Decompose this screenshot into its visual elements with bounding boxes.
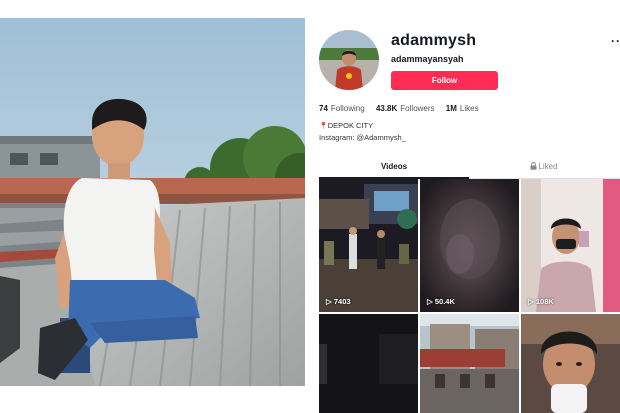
stat-value: 1M (445, 104, 457, 113)
stat-label: Following (330, 104, 365, 113)
follow-button[interactable]: Follow (391, 71, 498, 90)
video-view-count: ▷ 7403 (326, 297, 351, 306)
video-view-count: ▷ 108K (528, 297, 554, 306)
play-icon: ▷ (528, 297, 536, 306)
bio-instagram: Instagram: @Adammysh_ (319, 133, 406, 142)
video-thumbnail[interactable]: ▷ 50.4K (420, 179, 519, 312)
video-thumbnail[interactable] (420, 314, 519, 413)
profile-username: adammysh (391, 32, 477, 49)
video-thumbnail[interactable]: ▷ 7403 (319, 179, 418, 312)
profile-stats: 74 Following 43.8K Followers 1M Likes (319, 104, 488, 113)
tab-videos[interactable]: Videos (319, 156, 469, 179)
profile-display-name: adammayansyah (391, 54, 464, 64)
video-grid: ▷ 7403 ▷ 50.4K ▷ 108K (319, 179, 620, 413)
stat-followers[interactable]: 43.8K Followers (376, 104, 435, 113)
play-icon: ▷ (326, 297, 334, 306)
video-thumbnail[interactable] (319, 314, 418, 413)
tab-videos-label: Videos (380, 162, 408, 171)
tab-liked[interactable]: Liked (469, 156, 619, 178)
bio-location: 📍DEPOK CITY (319, 121, 373, 130)
view-count-text: 50.4K (434, 297, 455, 306)
stat-label: Followers (400, 104, 435, 113)
view-count-text: 7403 (333, 297, 351, 306)
view-count-text: 108K (535, 297, 554, 306)
video-view-count: ▷ 50.4K (427, 297, 455, 306)
stat-likes: 1M Likes (446, 104, 479, 113)
stat-label: Likes (459, 104, 479, 113)
lock-icon (530, 162, 537, 170)
profile-tabs: Videos Liked (319, 156, 620, 179)
profile-photo (0, 18, 305, 386)
profile-panel: adammysh adammayansyah Follow ··· 74Foll… (305, 0, 620, 413)
avatar[interactable] (319, 30, 379, 90)
stat-following[interactable]: 74 Following (319, 104, 365, 113)
play-icon: ▷ (427, 297, 435, 306)
more-options-icon[interactable]: ··· (611, 34, 620, 48)
tab-liked-label: Liked (538, 162, 558, 171)
stat-value: 43.8K (375, 104, 398, 113)
location-pin-icon: 📍 (319, 123, 328, 130)
video-thumbnail[interactable] (521, 314, 620, 413)
location-text: DEPOK CITY (327, 121, 374, 130)
video-thumbnail[interactable]: ▷ 108K (521, 179, 620, 312)
stat-value: 74 (319, 104, 328, 113)
